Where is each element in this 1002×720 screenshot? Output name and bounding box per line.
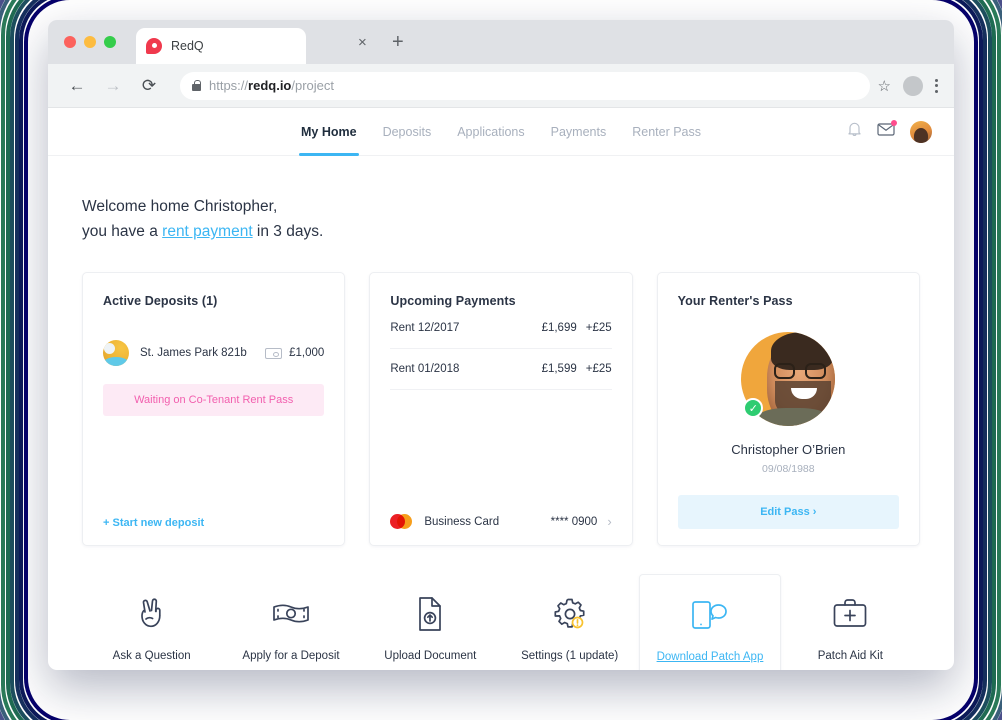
url-prefix: https://: [209, 78, 249, 93]
pass-holder-name: Christopher O’Brien: [731, 442, 846, 458]
action-upload-document[interactable]: Upload Document: [361, 574, 500, 670]
maximize-window-button[interactable]: [104, 36, 116, 48]
unread-badge: [891, 120, 897, 126]
minimize-window-button[interactable]: [84, 36, 96, 48]
browser-window: RedQ × + ← → ⟳ https://redq.io/project ☆…: [48, 20, 954, 670]
pass-photo-wrapper: ✓: [741, 332, 836, 427]
quick-actions: Ask a Question Apply for a Deposit Uploa…: [82, 574, 920, 670]
action-settings[interactable]: Settings (1 update): [500, 574, 639, 670]
nav-item-renter-pass[interactable]: Renter Pass: [632, 108, 701, 156]
address-bar[interactable]: https://redq.io/project: [180, 71, 870, 100]
first-aid-kit-icon: [830, 594, 870, 634]
action-apply-for-a-deposit[interactable]: Apply for a Deposit: [221, 574, 360, 670]
action-label: Upload Document: [384, 650, 477, 663]
chevron-right-icon: ›: [607, 514, 612, 530]
action-label: Apply for a Deposit: [242, 650, 340, 663]
pass-holder-dob: 09/08/1988: [762, 463, 815, 476]
browser-tab-redq[interactable]: RedQ: [136, 28, 306, 64]
upcoming-payments-card: Upcoming Payments Rent 12/2017 £1,699 +£…: [369, 272, 633, 547]
payment-label: Rent 12/2017: [390, 322, 460, 335]
app-navigation: My Home Deposits Applications Payments R…: [48, 108, 954, 156]
payment-row[interactable]: Rent 12/2017 £1,699 +£25: [390, 308, 612, 350]
reload-button[interactable]: ⟳: [134, 71, 164, 101]
action-label: Settings (1 update): [521, 650, 619, 663]
property-thumbnail: [103, 340, 129, 367]
dashboard-cards: Active Deposits (1) St. James Park 821b …: [82, 272, 920, 547]
close-window-button[interactable]: [64, 36, 76, 48]
rent-payment-link[interactable]: rent payment: [162, 223, 252, 240]
action-download-patch-app[interactable]: Download Patch App: [639, 574, 781, 670]
tab-title: RedQ: [171, 39, 204, 53]
active-deposits-card: Active Deposits (1) St. James Park 821b …: [82, 272, 346, 547]
payment-amount: £1,599: [541, 363, 577, 376]
edit-pass-label: Edit Pass: [760, 506, 810, 519]
bell-icon[interactable]: [847, 121, 862, 142]
welcome-line-1: Welcome home Christopher,: [82, 198, 278, 215]
banknote-icon: [265, 347, 283, 359]
phone-chat-icon: [689, 595, 731, 635]
payment-method-name: Business Card: [424, 515, 500, 528]
nav-item-deposits[interactable]: Deposits: [383, 108, 432, 156]
start-new-deposit-link[interactable]: + Start new deposit: [103, 517, 324, 529]
welcome-line-2: you have a rent payment in 3 days.: [82, 219, 920, 244]
page-content: Welcome home Christopher, you have a ren…: [48, 156, 954, 670]
welcome-message: Welcome home Christopher, you have a ren…: [82, 156, 920, 244]
upcoming-payments-title: Upcoming Payments: [390, 294, 516, 309]
back-button[interactable]: ←: [62, 71, 92, 101]
browser-menu-icon[interactable]: [935, 78, 938, 93]
payment-amount-group: £1,699 +£25: [542, 322, 612, 334]
browser-tab-strip: RedQ × +: [48, 20, 954, 64]
url-domain: redq.io: [248, 78, 292, 93]
forward-button[interactable]: →: [98, 71, 128, 101]
close-tab-button[interactable]: ×: [358, 34, 367, 51]
status-badge: Waiting on Co-Tenant Rent Pass: [103, 384, 325, 417]
payment-method-row[interactable]: Business Card **** 0900 ›: [390, 504, 612, 530]
payment-method-mask: **** 0900: [550, 515, 598, 528]
browser-toolbar: ← → ⟳ https://redq.io/project ☆: [48, 64, 954, 108]
nav-links: My Home Deposits Applications Payments R…: [299, 108, 701, 156]
nav-right-actions: [847, 120, 932, 143]
gear-alert-icon: [550, 594, 590, 634]
new-tab-button[interactable]: +: [392, 31, 404, 54]
nav-item-payments[interactable]: Payments: [551, 108, 607, 156]
toolbar-right-actions: ☆: [878, 75, 940, 96]
url-path: /project: [291, 78, 335, 93]
url-text: https://redq.io/project: [209, 78, 334, 93]
mail-icon[interactable]: [877, 120, 897, 141]
deposit-amount: £1,000: [289, 347, 325, 360]
payment-amount-group: £1,599 +£25: [542, 363, 612, 375]
payment-row[interactable]: Rent 01/2018 £1,599 +£25: [390, 349, 612, 391]
banknote-icon: [270, 594, 312, 634]
welcome-prefix: you have a: [82, 223, 163, 241]
document-upload-icon: [414, 594, 446, 634]
deposit-row[interactable]: St. James Park 821b £1,000: [103, 340, 324, 367]
nav-item-my-home[interactable]: My Home: [299, 108, 359, 156]
action-ask-a-question[interactable]: Ask a Question: [82, 574, 221, 670]
user-avatar[interactable]: [910, 120, 932, 143]
action-label: Ask a Question: [112, 650, 191, 663]
peace-hand-icon: [134, 594, 170, 634]
window-controls: [60, 20, 122, 64]
payment-fee: +£25: [585, 322, 612, 335]
payment-amount: £1,699: [541, 322, 577, 335]
chevron-right-icon: ›: [812, 506, 817, 519]
renters-pass-card: Your Renter's Pass ✓ Christopher O’Brien…: [656, 272, 920, 547]
action-label: Download Patch App: [656, 651, 764, 664]
mastercard-icon: [390, 514, 413, 530]
action-label: Patch Aid Kit: [817, 650, 883, 663]
lock-icon: [192, 79, 202, 91]
bookmark-star-icon[interactable]: ☆: [878, 77, 891, 95]
action-patch-aid-kit[interactable]: Patch Aid Kit: [781, 574, 920, 670]
payment-fee: +£25: [585, 363, 612, 376]
welcome-suffix: in 3 days.: [252, 223, 324, 241]
property-name: St. James Park 821b: [140, 347, 247, 360]
nav-item-applications[interactable]: Applications: [457, 108, 524, 156]
renters-pass-title: Your Renter's Pass: [677, 294, 793, 309]
deposit-amount-group: £1,000: [265, 347, 324, 359]
redq-favicon-icon: [146, 38, 162, 54]
payment-label: Rent 01/2018: [390, 363, 460, 376]
active-deposits-title: Active Deposits (1): [103, 294, 218, 309]
edit-pass-button[interactable]: Edit Pass ›: [677, 495, 899, 530]
browser-profile-avatar[interactable]: [903, 75, 923, 96]
